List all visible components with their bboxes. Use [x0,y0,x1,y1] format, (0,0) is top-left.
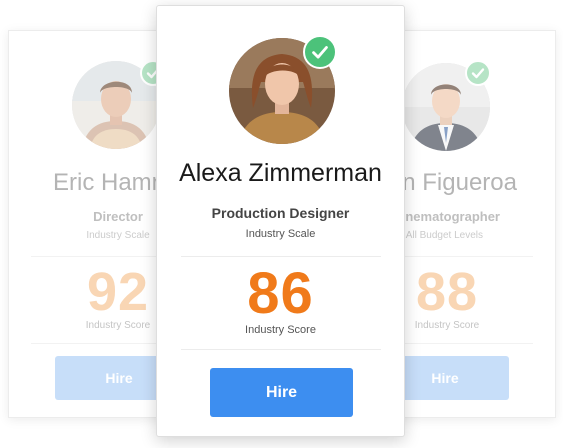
profile-name: Alexa Zimmerman [179,159,382,187]
industry-score: 86 [247,261,314,326]
profile-role: Production Designer [211,205,350,221]
profile-name: Eric Hamn [53,169,166,196]
check-icon [465,60,491,86]
profile-role: nematographer [405,209,500,224]
check-icon [303,35,337,69]
profile-scale: All Budget Levels [405,230,483,241]
profile-card-featured: Alexa Zimmerman Production Designer Indu… [156,5,405,437]
divider [181,349,381,350]
industry-score: 88 [415,262,479,322]
industry-score-label: Industry Score [245,324,316,336]
profile-name: an Figueroa [388,169,517,196]
industry-score-label: Industry Score [414,320,480,331]
profile-scale: Industry Scale [245,228,316,240]
divider [181,256,381,257]
hire-button[interactable]: Hire [210,368,353,417]
